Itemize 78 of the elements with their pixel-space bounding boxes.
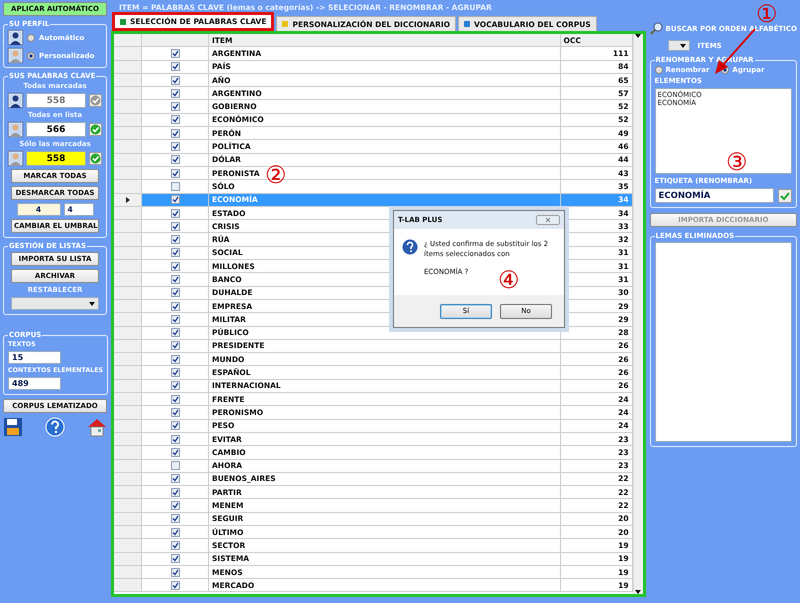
count-field: 566: [26, 122, 86, 137]
corpus-field: 15: [8, 351, 61, 364]
person-icon: [8, 122, 23, 137]
checkbox[interactable]: [170, 328, 180, 338]
checkbox[interactable]: [170, 48, 180, 58]
checkbox[interactable]: [170, 168, 180, 178]
checkbox[interactable]: [170, 155, 180, 164]
checkbox[interactable]: [170, 501, 180, 510]
checkbox[interactable]: [170, 580, 180, 590]
caret-icon: [635, 590, 642, 594]
restore-dropdown[interactable]: [11, 297, 99, 310]
radio-button[interactable]: [27, 34, 35, 42]
checkbox[interactable]: [170, 208, 180, 218]
checkbox[interactable]: [170, 341, 180, 350]
checkbox[interactable]: [170, 142, 180, 152]
checkbox[interactable]: [170, 222, 180, 231]
person-icon: [8, 30, 23, 45]
caret-icon: [680, 44, 686, 48]
checkbox[interactable]: [170, 115, 180, 124]
person-icon: [8, 48, 23, 63]
row-header[interactable]: [114, 194, 142, 206]
annotation-number: ④: [498, 268, 520, 292]
row-pointer-icon: [126, 196, 130, 203]
close-icon[interactable]: [536, 215, 560, 225]
caret-icon: [89, 302, 95, 306]
annotation-number: ③: [726, 150, 748, 174]
checkbox[interactable]: [170, 302, 180, 311]
checkbox[interactable]: [170, 448, 180, 457]
checkbox[interactable]: [170, 408, 180, 417]
checkbox[interactable]: [170, 102, 180, 112]
checkbox[interactable]: [170, 421, 180, 430]
radio-button[interactable]: [27, 52, 35, 60]
checkbox[interactable]: [170, 568, 180, 577]
checkbox[interactable]: [170, 262, 180, 271]
checkbox[interactable]: [170, 128, 180, 138]
checkbox[interactable]: [170, 76, 180, 85]
checkbox[interactable]: [170, 368, 180, 378]
search-icon[interactable]: [650, 22, 663, 35]
checkbox[interactable]: [170, 528, 180, 537]
checkbox[interactable]: [170, 235, 180, 244]
scrollbar[interactable]: [632, 34, 643, 594]
checkbox[interactable]: [170, 488, 180, 497]
annotation-number: ②: [265, 163, 287, 187]
question-icon: [402, 239, 418, 255]
check-icon[interactable]: [778, 188, 792, 202]
annotation-number: ①: [756, 2, 778, 26]
checkbox[interactable]: [170, 381, 180, 390]
tag-field[interactable]: ECONOMÍA: [654, 188, 774, 203]
checkbox[interactable]: [170, 461, 180, 470]
checkbox[interactable]: [170, 274, 180, 284]
checkbox[interactable]: [170, 354, 180, 364]
count-field: 558: [26, 93, 86, 108]
help-icon[interactable]: [45, 417, 65, 437]
check-icon[interactable]: [89, 94, 102, 107]
checkbox[interactable]: [170, 288, 180, 298]
check-icon[interactable]: [89, 123, 102, 136]
checkbox[interactable]: [170, 248, 180, 258]
checkbox[interactable]: [170, 314, 180, 324]
checkbox[interactable]: [170, 394, 180, 404]
save-icon[interactable]: [3, 417, 23, 437]
checkbox[interactable]: [170, 514, 180, 524]
count-field: 558: [26, 151, 86, 166]
corpus-field: 489: [8, 377, 61, 390]
checkbox[interactable]: [170, 434, 180, 444]
checkbox[interactable]: [170, 62, 180, 72]
check-icon[interactable]: [89, 152, 102, 165]
checkbox[interactable]: [170, 554, 180, 564]
person-icon: [8, 93, 23, 108]
checkbox[interactable]: [170, 540, 180, 550]
items-dropdown[interactable]: [668, 40, 690, 51]
checkbox[interactable]: [170, 182, 180, 191]
checkbox[interactable]: [170, 195, 180, 204]
checkbox[interactable]: [170, 88, 180, 98]
checkbox[interactable]: [170, 474, 180, 484]
home-icon[interactable]: [87, 417, 107, 437]
caret-icon: [635, 34, 642, 38]
radio-button[interactable]: [654, 66, 663, 74]
person-icon: [8, 151, 23, 166]
